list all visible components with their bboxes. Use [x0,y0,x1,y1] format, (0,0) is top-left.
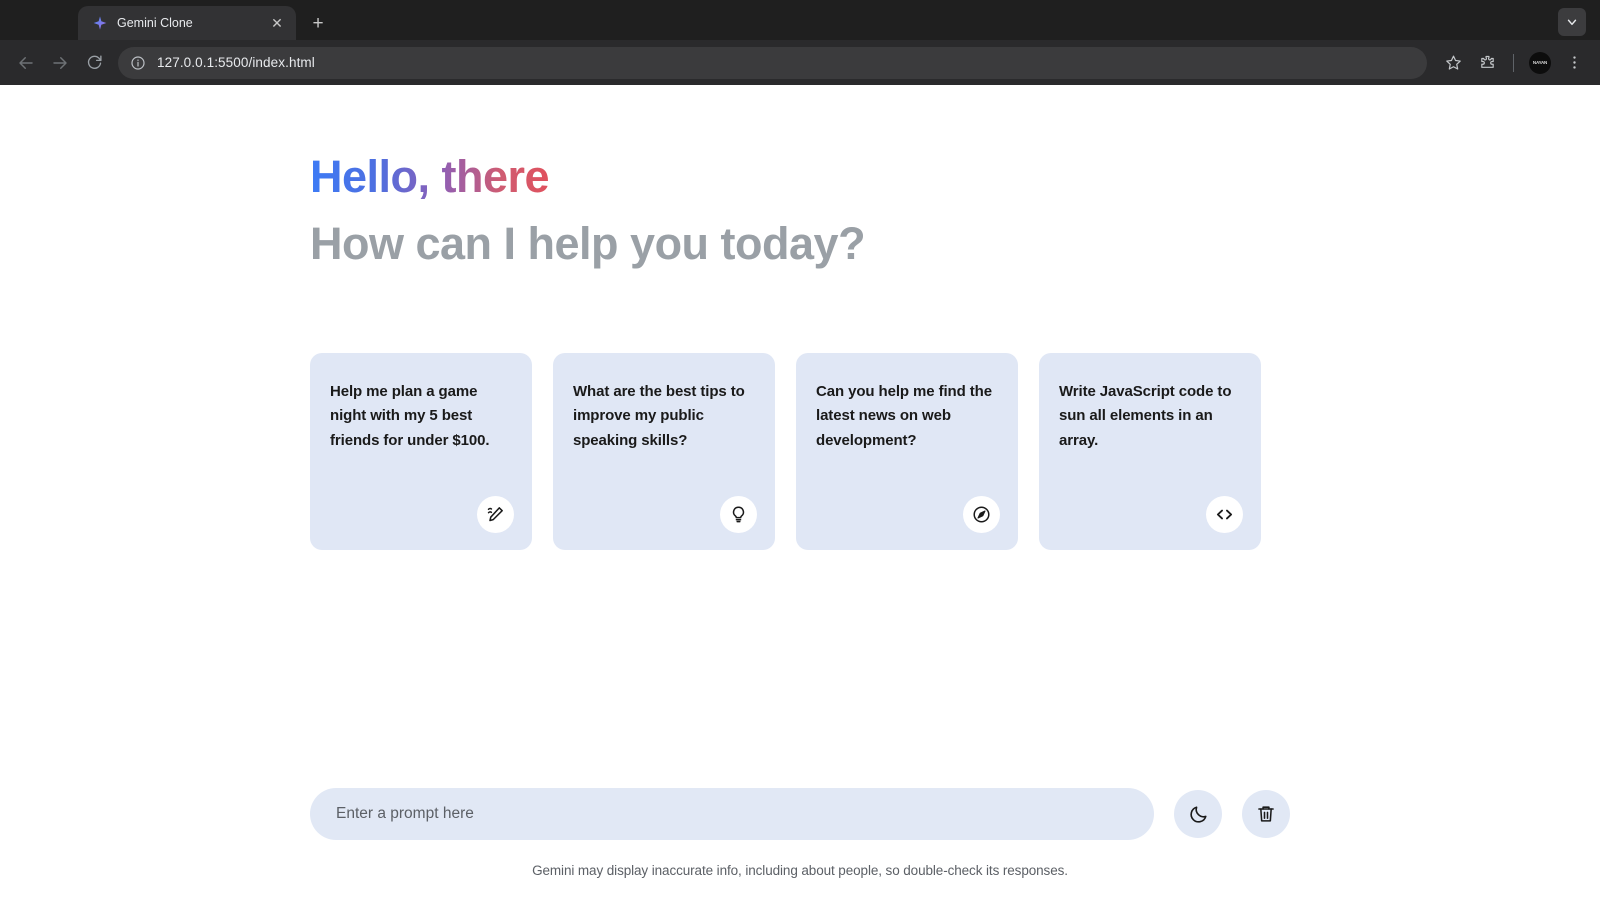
draw-pen-icon[interactable] [477,496,514,533]
suggestion-cards: Help me plan a game night with my 5 best… [310,353,1290,550]
theme-toggle-button[interactable] [1174,790,1222,838]
suggestion-card-text: Can you help me find the latest news on … [816,383,992,449]
trash-icon [1258,806,1274,822]
back-arrow-icon[interactable] [10,47,42,79]
forward-arrow-icon[interactable] [44,47,76,79]
avatar-label: NAYAN [1532,60,1548,65]
puzzle-icon[interactable] [1471,47,1503,79]
gemini-clone-app: Hello, there How can I help you today? H… [0,85,1600,900]
prompt-row [310,788,1290,840]
prompt-input[interactable] [310,788,1154,840]
suggestion-card[interactable]: Can you help me find the latest news on … [796,353,1018,550]
delete-chat-button[interactable] [1242,790,1290,838]
page-subtitle: How can I help you today? [310,218,866,269]
lightbulb-icon[interactable] [720,496,757,533]
page-title: Hello, there [310,151,550,202]
browser-toolbar: 127.0.0.1:5500/index.html NAYAN [0,40,1600,85]
page-viewport: Hello, there How can I help you today? H… [0,85,1600,900]
suggestion-card-text: Write JavaScript code to sun all element… [1059,383,1232,449]
moon-icon [1189,805,1207,823]
code-icon[interactable] [1206,496,1243,533]
tab-title: Gemini Clone [117,16,193,30]
toolbar-actions: NAYAN [1437,47,1590,79]
sparkle-icon [93,16,107,30]
greeting-line-wrapper: Hello, there [310,151,1290,203]
star-icon[interactable] [1437,47,1469,79]
toolbar-divider [1513,53,1514,72]
close-icon[interactable]: ✕ [267,13,287,33]
reload-icon[interactable] [78,47,110,79]
info-icon[interactable] [130,55,146,71]
suggestion-card-text: What are the best tips to improve my pub… [573,383,745,449]
greeting-block: Hello, there How can I help you today? [310,151,1290,270]
tab-strip: Gemini Clone ✕ + [0,0,1600,40]
browser-tab[interactable]: Gemini Clone ✕ [78,6,296,40]
three-dot-menu-icon[interactable] [1558,47,1590,79]
url-text: 127.0.0.1:5500/index.html [157,55,315,70]
compass-explore-icon[interactable] [963,496,1000,533]
prompt-area: Gemini may display inaccurate info, incl… [310,788,1290,900]
address-bar[interactable]: 127.0.0.1:5500/index.html [118,46,1427,79]
suggestion-card[interactable]: Help me plan a game night with my 5 best… [310,353,532,550]
suggestion-card[interactable]: What are the best tips to improve my pub… [553,353,775,550]
suggestion-card[interactable]: Write JavaScript code to sun all element… [1039,353,1261,550]
avatar[interactable]: NAYAN [1524,47,1556,79]
disclaimer-text: Gemini may display inaccurate info, incl… [532,863,1068,878]
browser-window: Gemini Clone ✕ + 127.0.0.1:5500/index.ht… [0,0,1600,900]
suggestion-card-text: Help me plan a game night with my 5 best… [330,383,490,449]
chevron-down-icon[interactable] [1558,8,1586,36]
new-tab-button[interactable]: + [304,9,332,37]
